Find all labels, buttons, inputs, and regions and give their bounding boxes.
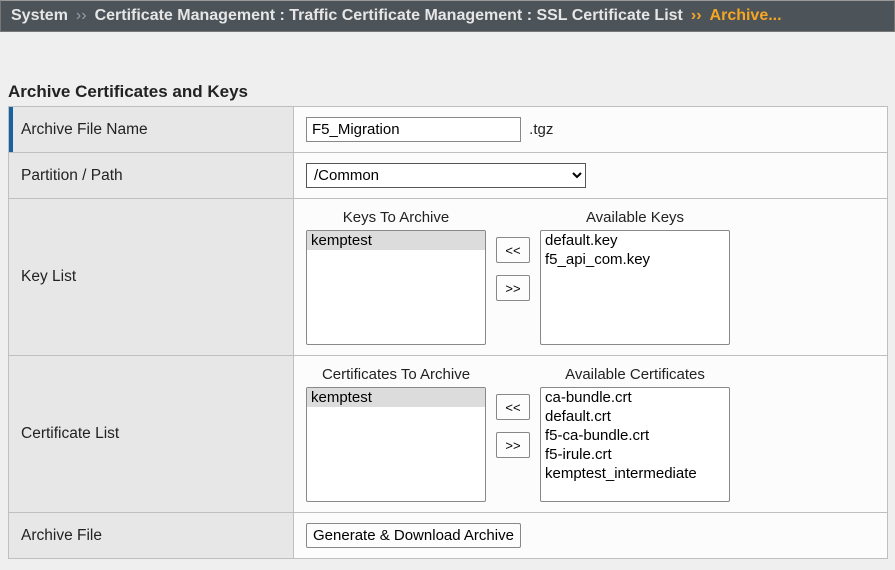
breadcrumb-current: Archive... xyxy=(710,7,782,25)
breadcrumb-separator: ›› xyxy=(76,7,87,25)
archive-file-name-extension: .tgz xyxy=(529,121,553,138)
keys-move-right-button[interactable]: >> xyxy=(496,275,530,301)
archive-file-label: Archive File xyxy=(9,513,294,559)
breadcrumb-separator: ›› xyxy=(691,7,702,25)
archive-file-name-label: Archive File Name xyxy=(9,107,294,153)
certs-to-archive-list[interactable]: kemptest xyxy=(306,387,486,502)
breadcrumb-system[interactable]: System xyxy=(11,7,68,25)
section-title: Archive Certificates and Keys xyxy=(0,32,895,106)
keys-to-archive-list[interactable]: kemptest xyxy=(306,230,486,345)
list-item[interactable]: f5-ca-bundle.crt xyxy=(541,426,729,445)
list-item[interactable]: kemptest xyxy=(307,231,485,250)
keys-to-archive-header: Keys To Archive xyxy=(306,209,486,230)
key-dual-list: Keys To Archive kemptest << >> Available… xyxy=(306,209,875,345)
available-keys-header: Available Keys xyxy=(540,209,730,230)
partition-path-select[interactable]: /Common xyxy=(306,163,586,188)
breadcrumb-path[interactable]: Certificate Management : Traffic Certifi… xyxy=(95,7,683,25)
list-item[interactable]: f5_api_com.key xyxy=(541,250,729,269)
breadcrumb: System ›› Certificate Management : Traff… xyxy=(0,0,895,32)
certs-move-right-button[interactable]: >> xyxy=(496,432,530,458)
certs-to-archive-header: Certificates To Archive xyxy=(306,366,486,387)
archive-file-name-input[interactable] xyxy=(306,117,521,142)
certificate-list-label: Certificate List xyxy=(9,356,294,513)
list-item[interactable]: default.crt xyxy=(541,407,729,426)
list-item[interactable]: kemptest_intermediate xyxy=(541,464,729,483)
available-certs-list[interactable]: ca-bundle.crt default.crt f5-ca-bundle.c… xyxy=(540,387,730,502)
list-item[interactable]: kemptest xyxy=(307,388,485,407)
list-item[interactable]: ca-bundle.crt xyxy=(541,388,729,407)
list-item[interactable]: f5-irule.crt xyxy=(541,445,729,464)
available-certs-header: Available Certificates xyxy=(540,366,730,387)
available-keys-list[interactable]: default.key f5_api_com.key xyxy=(540,230,730,345)
form-table: Archive File Name .tgz Partition / Path … xyxy=(8,106,888,559)
cert-dual-list: Certificates To Archive kemptest << >> A… xyxy=(306,366,875,502)
generate-download-button[interactable]: Generate & Download Archive xyxy=(306,523,521,548)
list-item[interactable]: default.key xyxy=(541,231,729,250)
keys-move-left-button[interactable]: << xyxy=(496,237,530,263)
certs-move-left-button[interactable]: << xyxy=(496,394,530,420)
partition-path-label: Partition / Path xyxy=(9,153,294,199)
key-list-label: Key List xyxy=(9,199,294,356)
